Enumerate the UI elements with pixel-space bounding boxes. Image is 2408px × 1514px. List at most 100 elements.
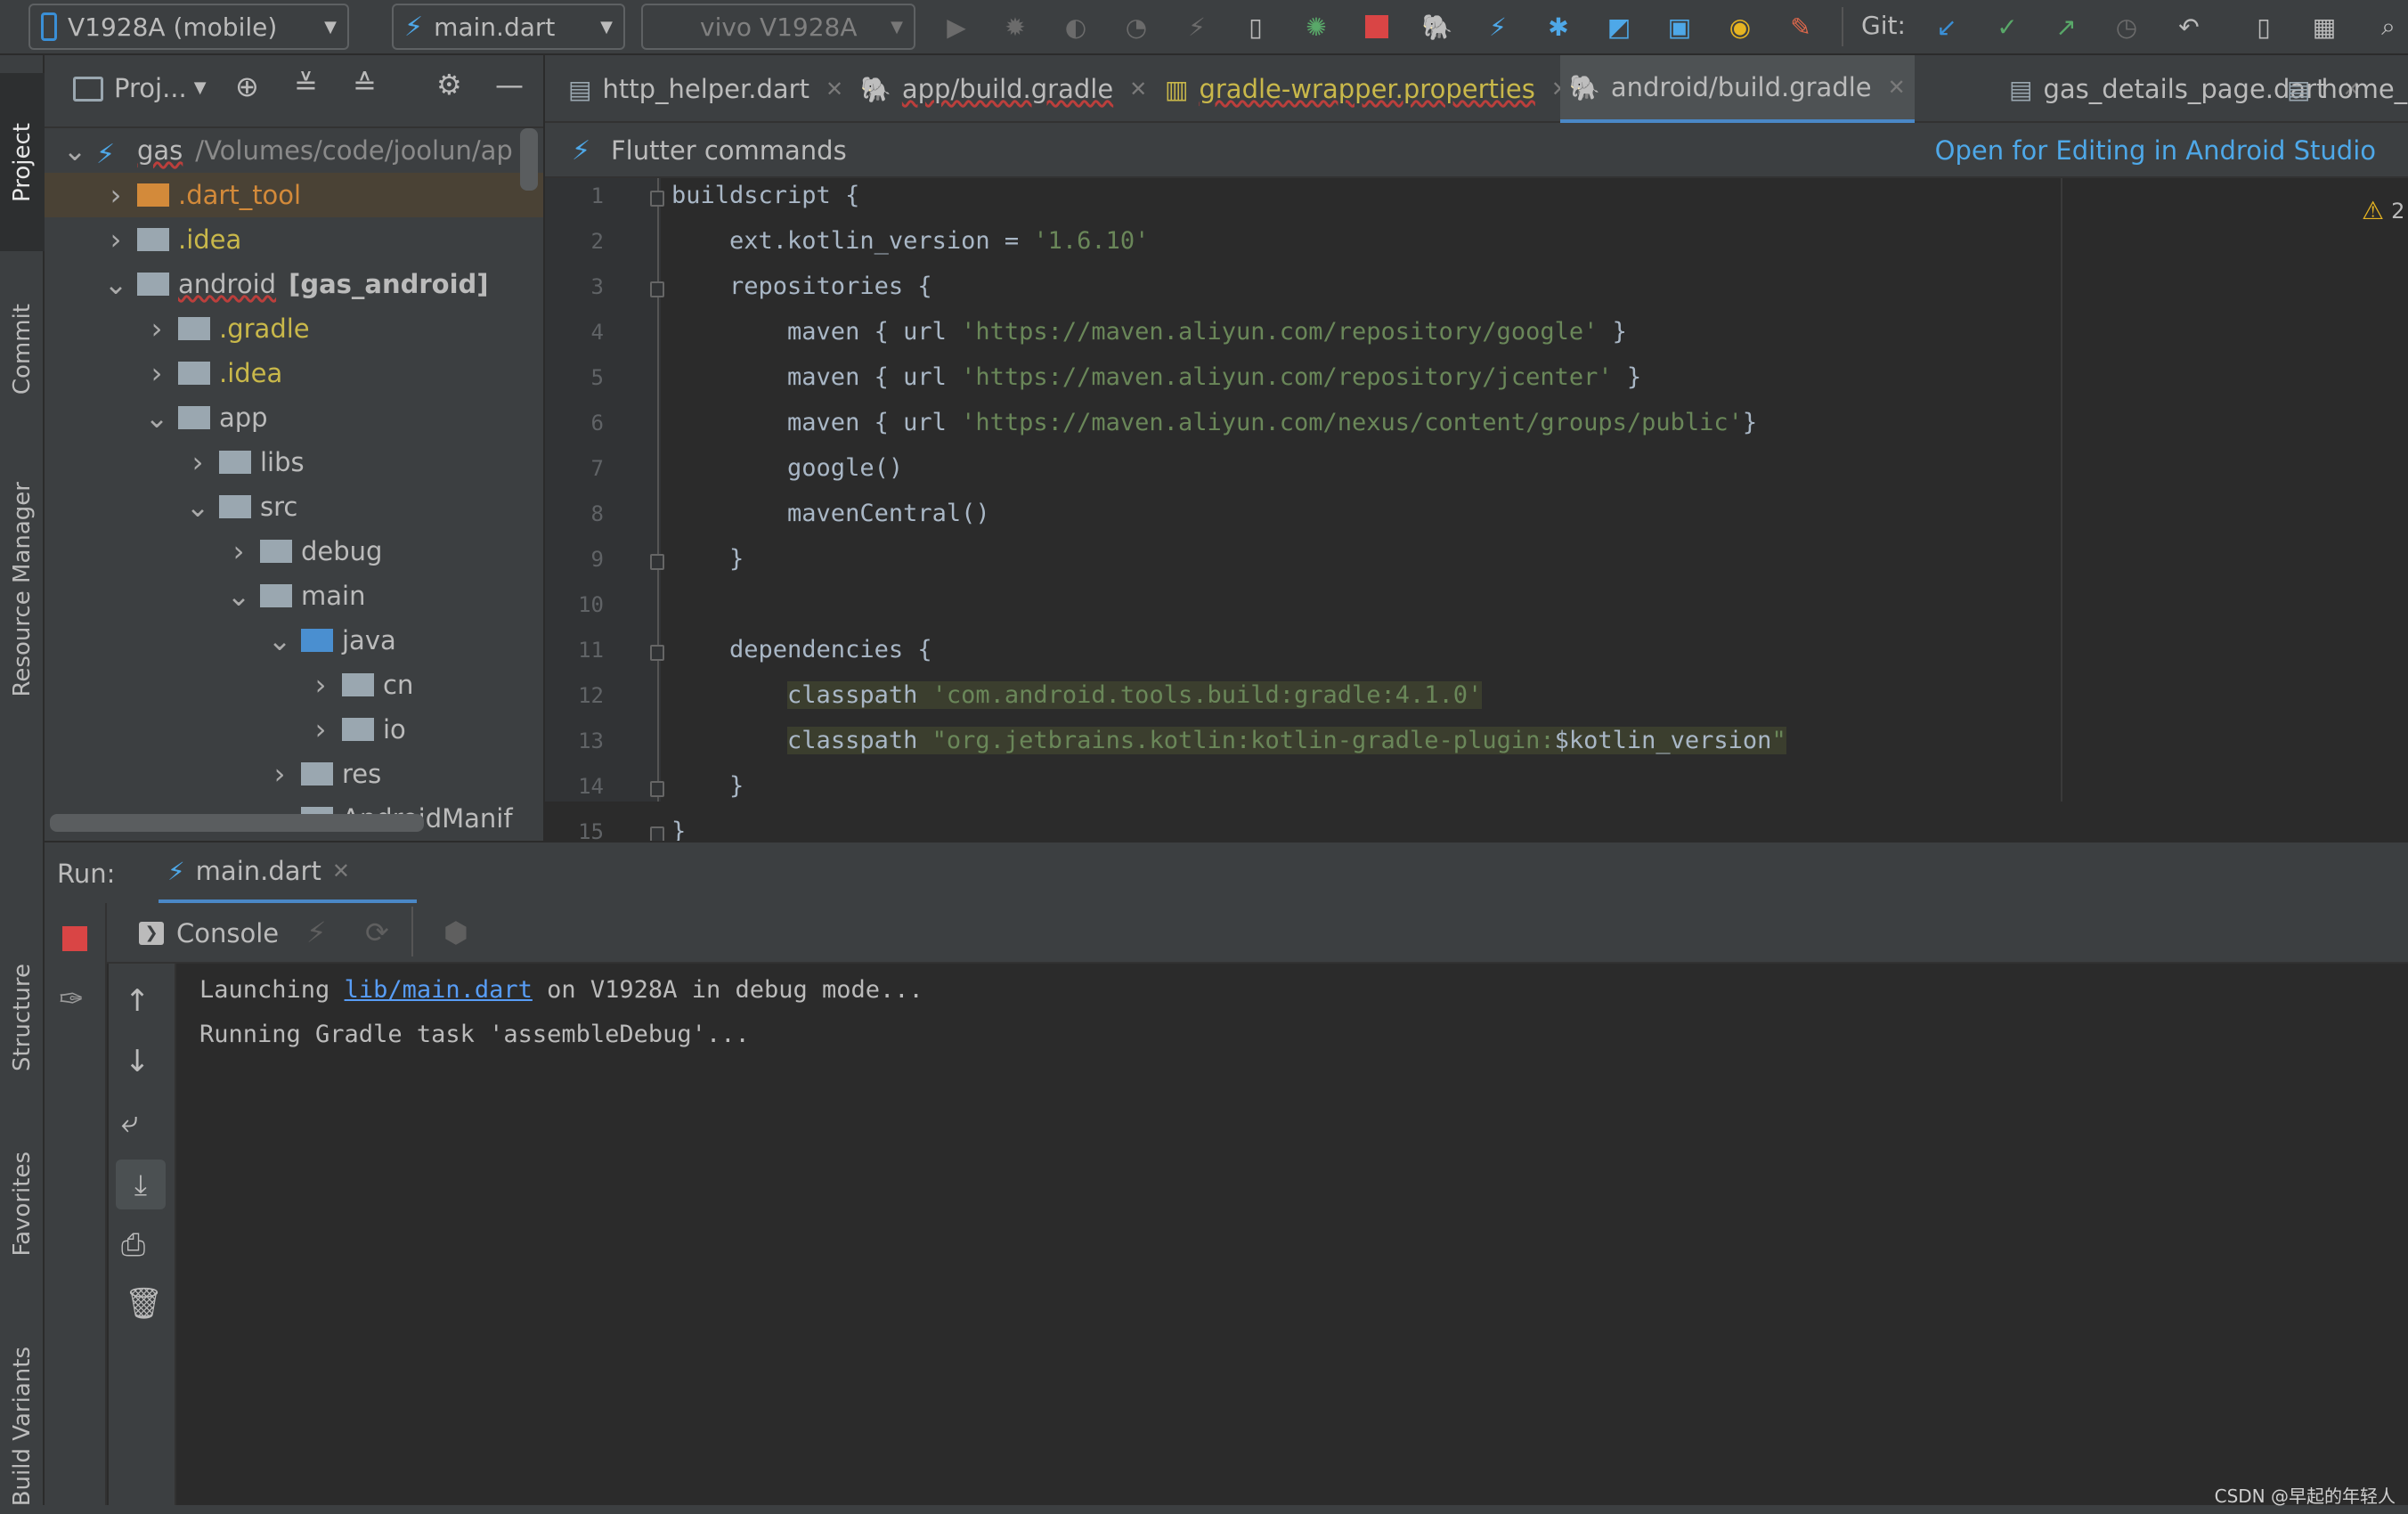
chevron-right-icon[interactable]: ›: [103, 223, 128, 256]
tree-item[interactable]: ⌄ main: [45, 574, 543, 618]
stop-icon[interactable]: [1361, 11, 1393, 43]
history-icon[interactable]: ◷: [2111, 11, 2143, 43]
chevron-right-icon[interactable]: ›: [103, 178, 128, 212]
tree-item[interactable]: › libs: [45, 440, 543, 484]
tree-horizontal-scrollbar[interactable]: [50, 814, 424, 832]
soft-wrap-icon[interactable]: ⤶: [121, 1104, 138, 1140]
favorites-tool-tab[interactable]: Favorites: [0, 1124, 45, 1284]
pin-icon[interactable]: ✑: [59, 981, 85, 1017]
console-output[interactable]: Launching lib/main.dart on V1928A in deb…: [176, 964, 2408, 1505]
chevron-down-icon[interactable]: ⌄: [185, 490, 210, 524]
target-selector[interactable]: vivo V1928A ▼: [641, 4, 915, 50]
trash-icon[interactable]: 🗑: [125, 1286, 163, 1322]
chevron-right-icon[interactable]: ›: [226, 534, 251, 568]
sdk-manager-icon[interactable]: ▣: [1664, 11, 1696, 43]
code-editor[interactable]: 12345678910111213141516 ⚠ 2 buildscript …: [545, 178, 2408, 890]
flutter-inspector-icon[interactable]: ✱: [1542, 11, 1574, 43]
fold-marker-icon[interactable]: [650, 645, 664, 661]
device-selector[interactable]: V1928A (mobile) ▼: [28, 4, 349, 50]
hot-reload-icon[interactable]: ⚡: [306, 916, 326, 949]
tree-item[interactable]: › .idea: [45, 217, 543, 262]
resource-manager-tool-tab[interactable]: Resource Manager: [0, 447, 45, 732]
editor-tab[interactable]: 🐘 android/build.gradle ✕: [1560, 55, 1915, 123]
fold-marker-icon[interactable]: [650, 191, 664, 207]
dart-devtools-icon[interactable]: ◉: [1724, 11, 1756, 43]
tree-item[interactable]: › .idea: [45, 351, 543, 395]
fold-marker-icon[interactable]: [650, 554, 664, 570]
search-icon[interactable]: ⌕: [2372, 11, 2404, 43]
scroll-to-end-icon[interactable]: ⤓: [116, 1160, 166, 1209]
print-icon[interactable]: ⎙: [121, 1227, 145, 1263]
fold-marker-icon[interactable]: [650, 281, 664, 297]
tree-item[interactable]: ⌄ src: [45, 484, 543, 529]
profile-icon[interactable]: ◔: [1120, 11, 1152, 43]
hot-restart-icon[interactable]: ⟳: [365, 916, 389, 949]
tree-item[interactable]: › io: [45, 707, 543, 752]
console-tab[interactable]: ❯ Console: [139, 903, 279, 964]
debug-icon[interactable]: ✹: [999, 11, 1031, 43]
structure-tool-tab[interactable]: Structure: [0, 937, 45, 1097]
open-in-android-studio-link[interactable]: Open for Editing in Android Studio: [1935, 135, 2376, 166]
flutter-icon[interactable]: ⚡: [1482, 11, 1514, 43]
tree-item[interactable]: › res: [45, 752, 543, 796]
close-icon[interactable]: ✕: [826, 77, 843, 102]
tree-vertical-scrollbar[interactable]: [520, 128, 538, 191]
editor-tab[interactable]: ▥gradle-wrapper.properties✕: [1156, 55, 1578, 123]
chevron-down-icon[interactable]: ⌄: [226, 579, 251, 613]
tree-item[interactable]: › debug: [45, 529, 543, 574]
editor-tab[interactable]: ▤ http_helper.dart ✕: [559, 55, 852, 123]
tree-item[interactable]: ⌄ ⚡ gas/Volumes/code/joolun/ap: [45, 128, 543, 173]
editor-tab[interactable]: 🐘 app/build.gradle ✕: [851, 55, 1156, 123]
arrow-down-icon[interactable]: ↓: [125, 1044, 150, 1079]
close-icon[interactable]: ✕: [332, 859, 350, 883]
chevron-right-icon[interactable]: ›: [144, 312, 169, 346]
gradle-sync-icon[interactable]: 🐘: [1421, 11, 1453, 43]
tree-item[interactable]: ⌄ java: [45, 618, 543, 663]
tree-item[interactable]: ⌄ android [gas_android]: [45, 262, 543, 306]
tree-item[interactable]: ⌄ app: [45, 395, 543, 440]
chevron-right-icon[interactable]: ›: [308, 712, 333, 746]
clean-icon[interactable]: ✎: [1785, 11, 1817, 43]
attach-debugger-icon[interactable]: ✺: [1300, 11, 1332, 43]
stop-icon[interactable]: [62, 926, 87, 951]
git-commit-icon[interactable]: ✓: [1991, 11, 2023, 43]
coverage-icon[interactable]: ◐: [1060, 11, 1092, 43]
commit-tool-tab[interactable]: Commit: [0, 269, 45, 429]
tree-item[interactable]: › cn: [45, 663, 543, 707]
run-tab-main-dart[interactable]: ⚡ main.dart ✕: [159, 842, 417, 903]
build-variants-tool-tab[interactable]: Build Variants: [0, 1320, 45, 1514]
editor-tab[interactable]: ▤ home_: [2278, 55, 2408, 123]
chevron-right-icon[interactable]: ›: [185, 445, 210, 479]
hide-panel-icon[interactable]: —: [495, 68, 524, 102]
git-update-icon[interactable]: ↙: [1931, 11, 1963, 43]
project-structure-icon[interactable]: ▦: [2308, 11, 2340, 43]
console-file-link[interactable]: lib/main.dart: [345, 976, 533, 1004]
chevron-right-icon[interactable]: ›: [267, 757, 292, 791]
chevron-down-icon[interactable]: ⌄: [62, 134, 87, 167]
tree-item[interactable]: › .dart_tool: [45, 173, 543, 217]
devtools-icon[interactable]: ⬢: [443, 916, 468, 949]
chevron-down-icon[interactable]: ⌄: [267, 623, 292, 657]
expand-all-icon[interactable]: ≚: [294, 68, 318, 102]
hot-reload-icon[interactable]: ⚡: [1181, 11, 1213, 43]
project-tool-tab[interactable]: Project: [0, 73, 45, 251]
arrow-up-icon[interactable]: ↑: [125, 983, 150, 1019]
close-icon[interactable]: ✕: [1888, 75, 1906, 100]
chevron-down-icon[interactable]: ⌄: [144, 401, 169, 435]
chevron-right-icon[interactable]: ›: [308, 668, 333, 702]
run-config-selector[interactable]: ⚡ main.dart ▼: [392, 4, 625, 50]
run-icon[interactable]: ▶: [940, 11, 972, 43]
chevron-down-icon[interactable]: ⌄: [103, 267, 128, 301]
locate-icon[interactable]: ⊕: [235, 69, 259, 103]
warnings-indicator[interactable]: ⚠ 2: [2362, 196, 2404, 225]
apply-changes-icon[interactable]: ▯: [1240, 11, 1272, 43]
rollback-icon[interactable]: ↶: [2173, 11, 2205, 43]
fold-marker-icon[interactable]: [650, 781, 664, 797]
tree-item[interactable]: › .gradle: [45, 306, 543, 351]
project-view-selector[interactable]: Proj... ▼: [114, 73, 207, 103]
chevron-right-icon[interactable]: ›: [144, 356, 169, 390]
device-manager-icon[interactable]: ◩: [1603, 11, 1635, 43]
git-push-icon[interactable]: ↗: [2050, 11, 2082, 43]
close-icon[interactable]: ✕: [1129, 77, 1147, 102]
collapse-all-icon[interactable]: ≙: [353, 68, 377, 102]
